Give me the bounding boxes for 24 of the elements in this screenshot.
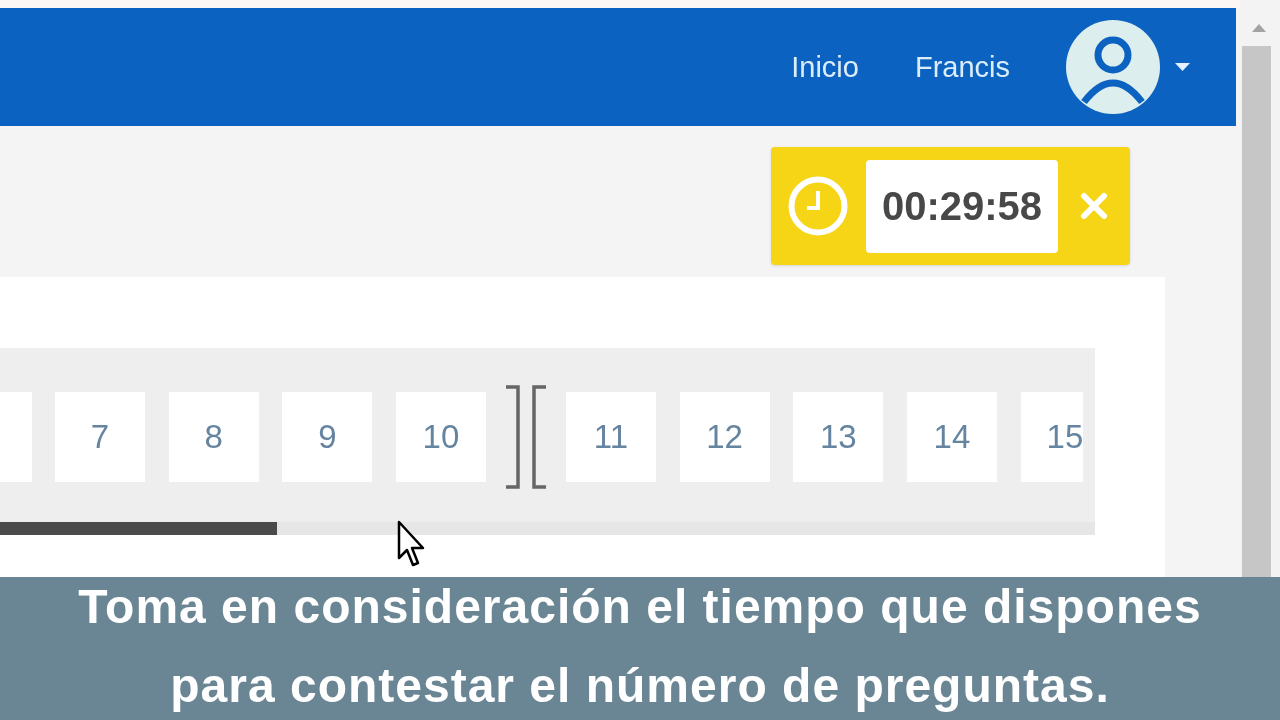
caret-icon[interactable] (1175, 63, 1190, 71)
scrollbar-thumb[interactable] (1242, 46, 1271, 577)
question-button[interactable]: 13 (793, 392, 884, 482)
close-icon[interactable] (1080, 192, 1108, 220)
scrollbar-thumb[interactable] (0, 522, 277, 535)
clock-icon (788, 176, 848, 236)
vertical-scrollbar[interactable] (1240, 0, 1280, 577)
mouse-cursor-icon (397, 520, 427, 568)
user-avatar-icon[interactable] (1066, 20, 1160, 114)
horizontal-scrollbar[interactable] (0, 522, 1095, 535)
caption-line: para contestar el número de preguntas. (170, 658, 1110, 714)
nav-link[interactable]: Francis (914, 50, 1010, 84)
caption-line: Toma en consideración el tiempo que dispones (78, 579, 1202, 635)
question-button[interactable]: 11 (565, 392, 656, 482)
question-button[interactable]: 9 (282, 392, 373, 482)
question-button[interactable]: 15 (1020, 392, 1084, 482)
question-button[interactable]: 12 (679, 392, 770, 482)
question-button[interactable]: 8 (168, 392, 259, 482)
scroll-up-arrow-icon[interactable] (1252, 24, 1266, 32)
question-button[interactable]: 10 (395, 392, 486, 482)
question-button[interactable]: 14 (906, 392, 997, 482)
question-button[interactable]: 7 (55, 392, 145, 482)
timer-display: 00:29:58 (866, 159, 1058, 253)
nav-link[interactable]: Inicio (791, 50, 859, 84)
